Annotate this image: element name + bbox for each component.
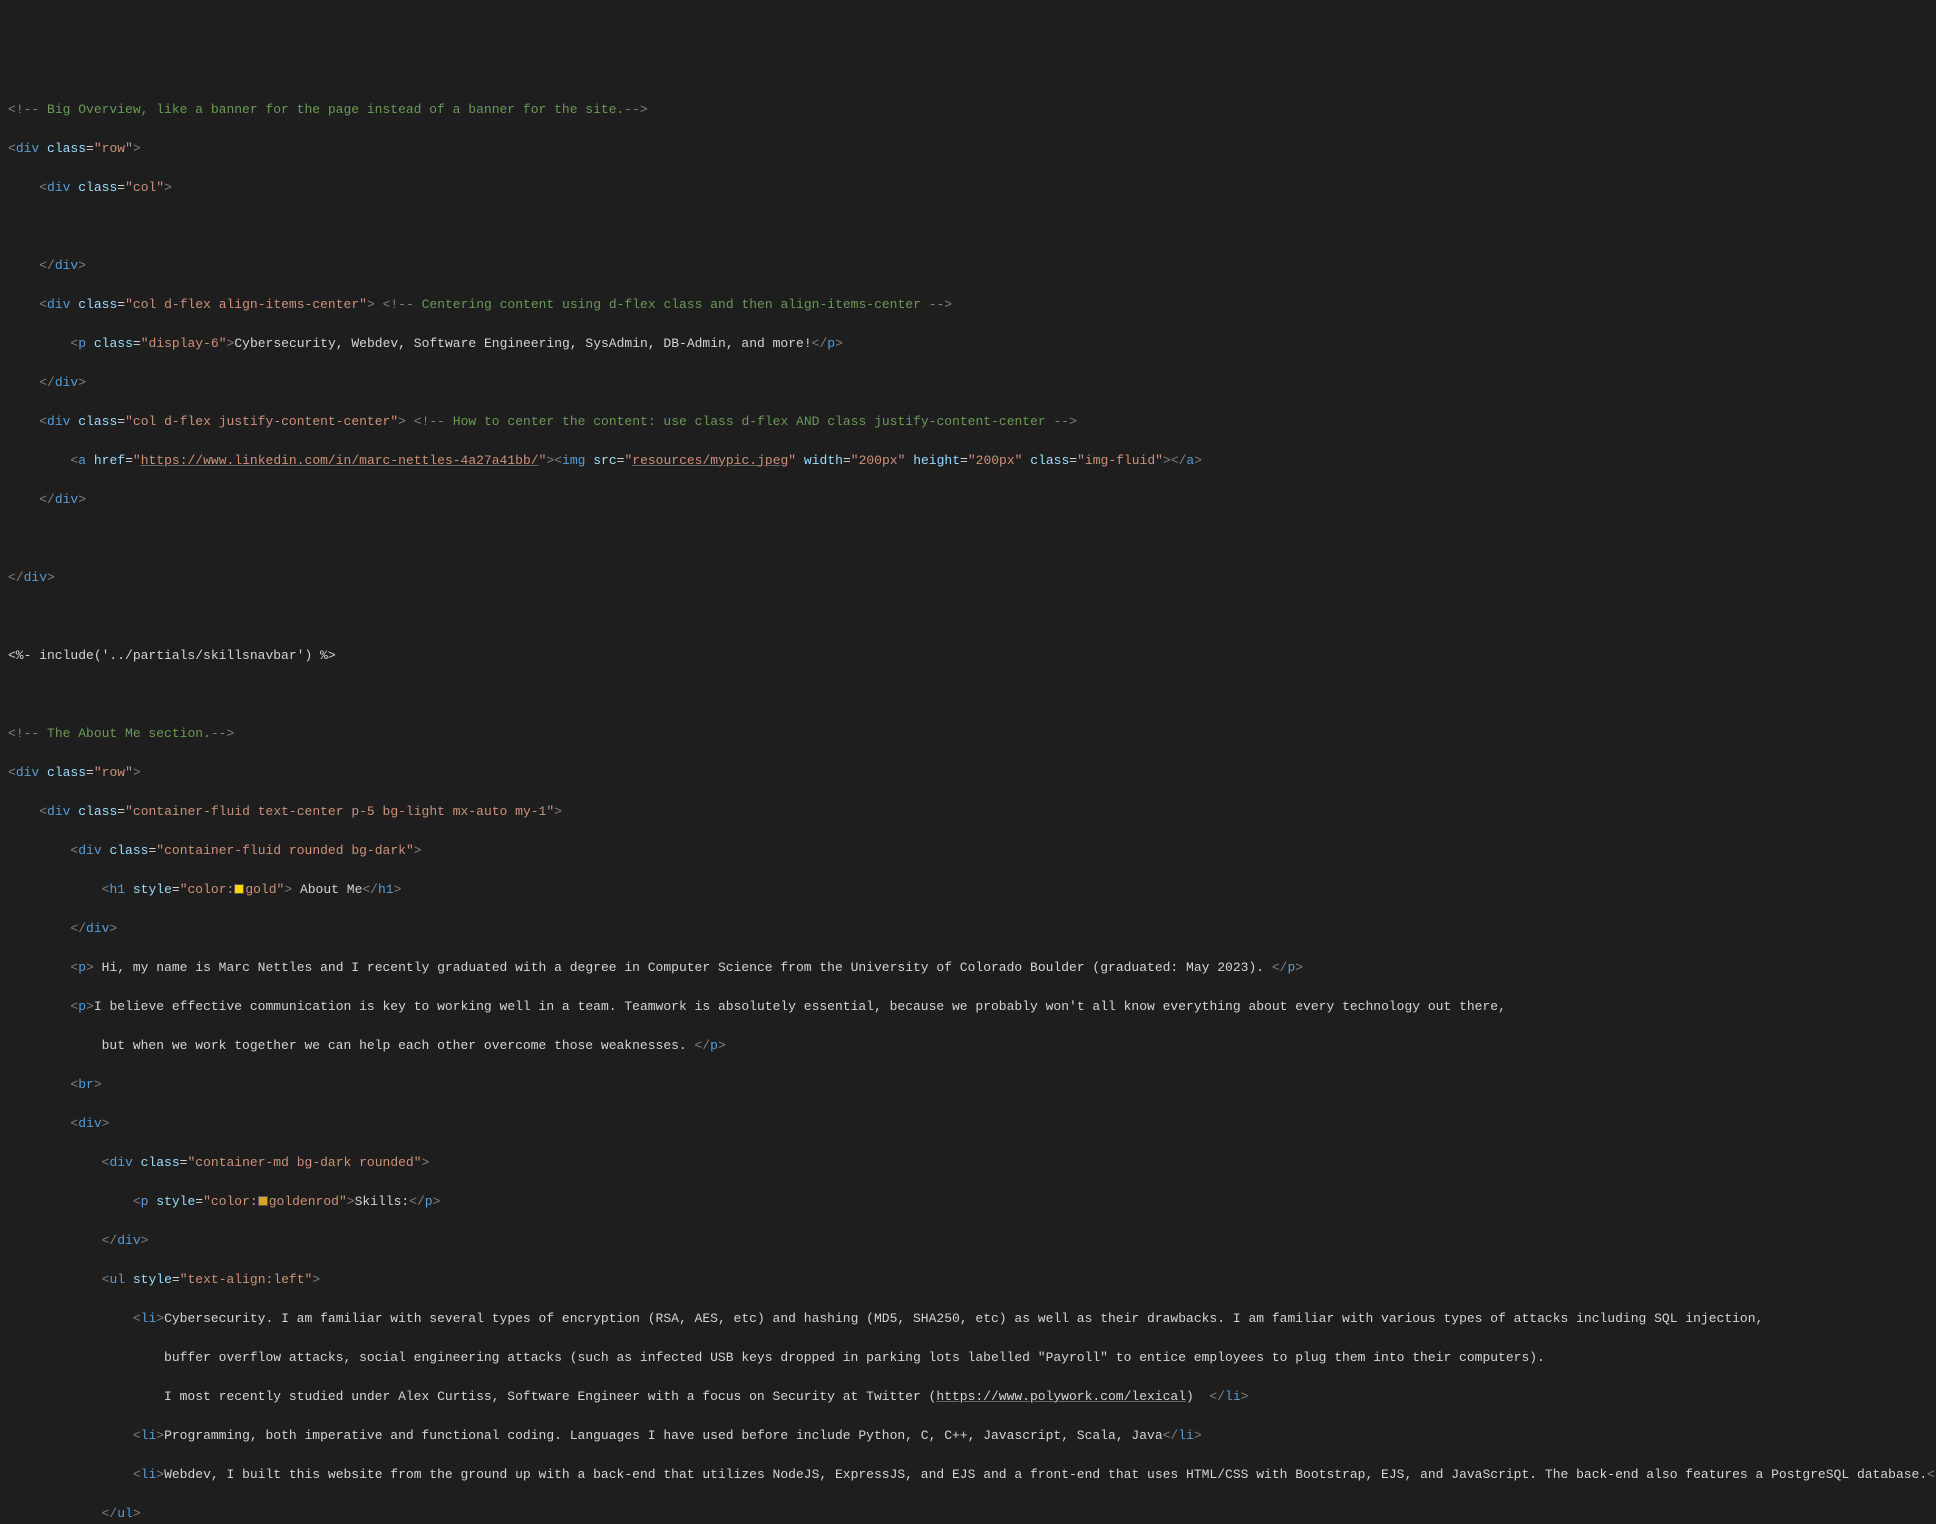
code-line[interactable]: <!-- The About Me section.--> — [8, 724, 1928, 744]
color-swatch-icon — [258, 1196, 268, 1206]
code-line[interactable]: </div> — [8, 490, 1928, 510]
code-line[interactable] — [8, 217, 1928, 237]
code-line[interactable]: <div class="row"> — [8, 763, 1928, 783]
code-line[interactable]: <div class="container-fluid text-center … — [8, 802, 1928, 822]
code-line[interactable]: <ul style="text-align:left"> — [8, 1270, 1928, 1290]
code-line[interactable]: <div class="container-fluid rounded bg-d… — [8, 841, 1928, 861]
code-line[interactable]: </div> — [8, 256, 1928, 276]
code-line[interactable]: <div> — [8, 1114, 1928, 1134]
code-line[interactable]: <a href="https://www.linkedin.com/in/mar… — [8, 451, 1928, 471]
code-line[interactable]: <!-- Big Overview, like a banner for the… — [8, 100, 1928, 120]
code-line[interactable]: <p class="display-6">Cybersecurity, Webd… — [8, 334, 1928, 354]
code-line[interactable]: <p>I believe effective communication is … — [8, 997, 1928, 1017]
code-line[interactable]: </div> — [8, 568, 1928, 588]
code-line[interactable]: <div class="row"> — [8, 139, 1928, 159]
code-line[interactable]: buffer overflow attacks, social engineer… — [8, 1348, 1928, 1368]
code-line[interactable]: <h1 style="color:gold"> About Me</h1> — [8, 880, 1928, 900]
code-line[interactable]: <div class="col d-flex justify-content-c… — [8, 412, 1928, 432]
code-line[interactable]: </ul> — [8, 1504, 1928, 1524]
code-line[interactable]: <p style="color:goldenrod">Skills:</p> — [8, 1192, 1928, 1212]
code-editor[interactable]: <!-- Big Overview, like a banner for the… — [8, 80, 1928, 1524]
code-line[interactable]: </div> — [8, 373, 1928, 393]
code-line[interactable]: <li>Programming, both imperative and fun… — [8, 1426, 1928, 1446]
code-line[interactable] — [8, 529, 1928, 549]
code-line[interactable]: <li>Cybersecurity. I am familiar with se… — [8, 1309, 1928, 1329]
code-line[interactable]: <p> Hi, my name is Marc Nettles and I re… — [8, 958, 1928, 978]
code-line[interactable]: I most recently studied under Alex Curti… — [8, 1387, 1928, 1407]
code-line[interactable]: </div> — [8, 919, 1928, 939]
code-line[interactable]: <br> — [8, 1075, 1928, 1095]
code-line[interactable]: <div class="col d-flex align-items-cente… — [8, 295, 1928, 315]
code-line[interactable]: <%- include('../partials/skillsnavbar') … — [8, 646, 1928, 666]
code-line[interactable] — [8, 607, 1928, 627]
code-line[interactable]: <div class="col"> — [8, 178, 1928, 198]
code-line[interactable]: </div> — [8, 1231, 1928, 1251]
color-swatch-icon — [234, 884, 244, 894]
code-line[interactable] — [8, 685, 1928, 705]
code-line[interactable]: <div class="container-md bg-dark rounded… — [8, 1153, 1928, 1173]
code-line[interactable]: but when we work together we can help ea… — [8, 1036, 1928, 1056]
code-line[interactable]: <li>Webdev, I built this website from th… — [8, 1465, 1928, 1485]
